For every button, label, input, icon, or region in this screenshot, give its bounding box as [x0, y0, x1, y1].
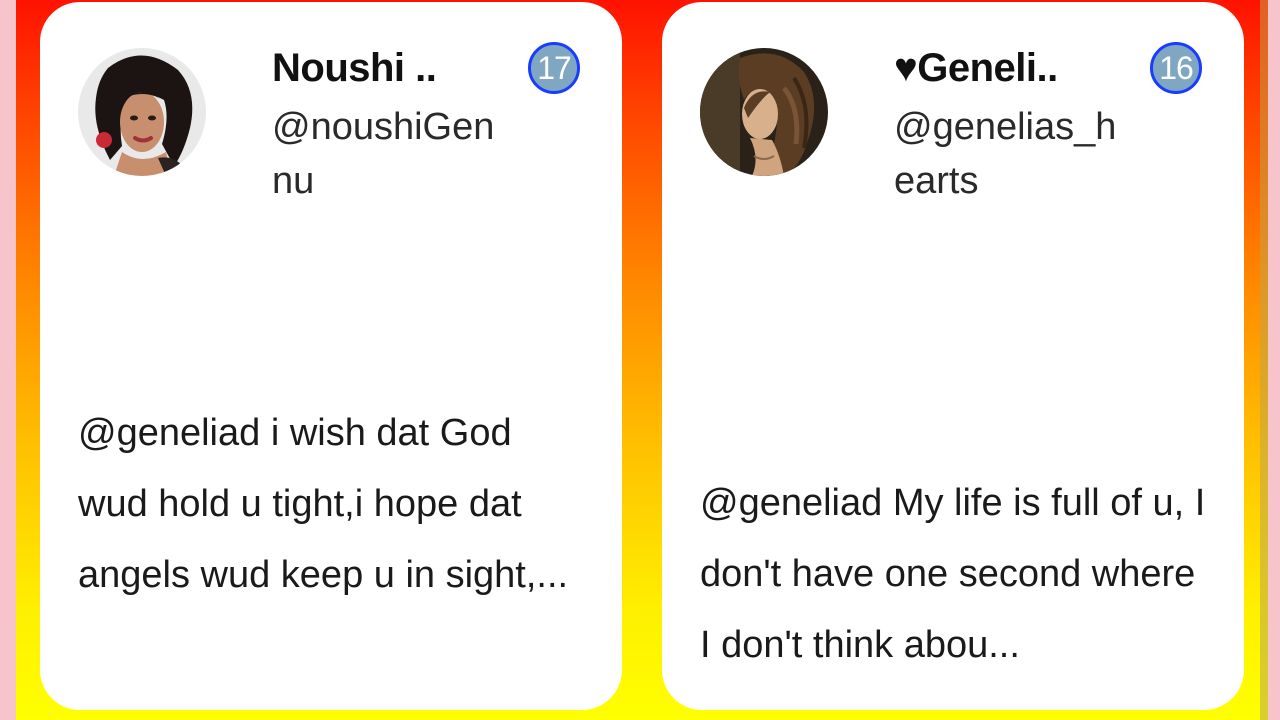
user-handle[interactable]: @genelias_hearts — [894, 100, 1130, 208]
count-badge: 17 — [528, 42, 580, 94]
count-badge: 16 — [1150, 42, 1202, 94]
scrollbar[interactable] — [1260, 0, 1268, 720]
profile-photo-icon — [700, 48, 828, 176]
gradient-background: Noushi .. @noushiGennu 17 @geneliad i wi… — [16, 0, 1268, 720]
avatar[interactable] — [700, 48, 828, 176]
tweet-text[interactable]: @geneliad My life is full of u, I don't … — [700, 468, 1210, 681]
tweet-card[interactable]: ♥Geneli.. @genelias_hearts 16 @geneliad … — [662, 2, 1244, 710]
profile-photo-icon — [78, 48, 206, 176]
display-name[interactable]: Noushi .. — [272, 46, 437, 91]
user-handle[interactable]: @noushiGennu — [272, 100, 508, 208]
display-name[interactable]: ♥Geneli.. — [894, 46, 1058, 91]
tweet-card[interactable]: Noushi .. @noushiGennu 17 @geneliad i wi… — [40, 2, 622, 710]
tweet-text[interactable]: @geneliad i wish dat God wud hold u tigh… — [78, 398, 588, 611]
avatar[interactable] — [78, 48, 206, 176]
